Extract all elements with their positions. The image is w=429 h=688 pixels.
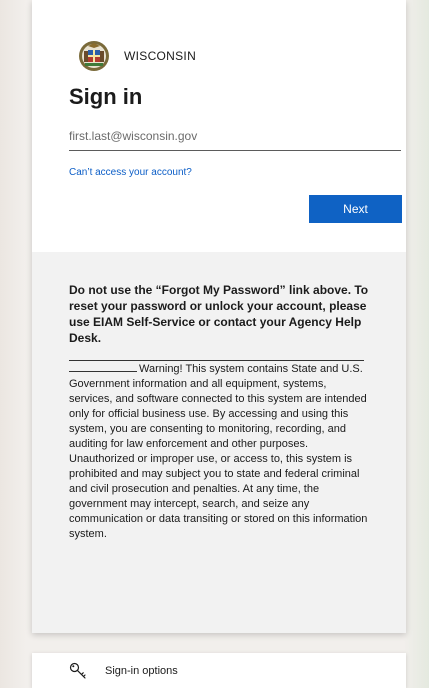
- password-reset-notice: Do not use the “Forgot My Password” link…: [69, 283, 369, 345]
- signin-card: WISCONSIN Sign in Can’t access your acco…: [32, 0, 406, 633]
- warning-blank-line: [69, 361, 137, 372]
- next-button[interactable]: Next: [309, 195, 402, 223]
- notice-panel: Do not use the “Forgot My Password” link…: [32, 252, 406, 633]
- signin-panel: WISCONSIN Sign in Can’t access your acco…: [32, 0, 406, 252]
- key-icon: [69, 662, 86, 679]
- org-logo-row: WISCONSIN: [78, 40, 196, 72]
- wisconsin-seal-icon: [79, 41, 109, 71]
- org-name: WISCONSIN: [124, 49, 197, 63]
- signin-options-button[interactable]: Sign-in options: [32, 653, 406, 688]
- page-title: Sign in: [69, 84, 143, 109]
- cant-access-account-link[interactable]: Can’t access your account?: [69, 167, 192, 178]
- signin-options-label: Sign-in options: [105, 664, 178, 677]
- warning-text: Warning! This system contains State and …: [69, 363, 368, 540]
- warning-paragraph: Warning! This system contains State and …: [69, 361, 371, 542]
- email-field[interactable]: [69, 122, 401, 151]
